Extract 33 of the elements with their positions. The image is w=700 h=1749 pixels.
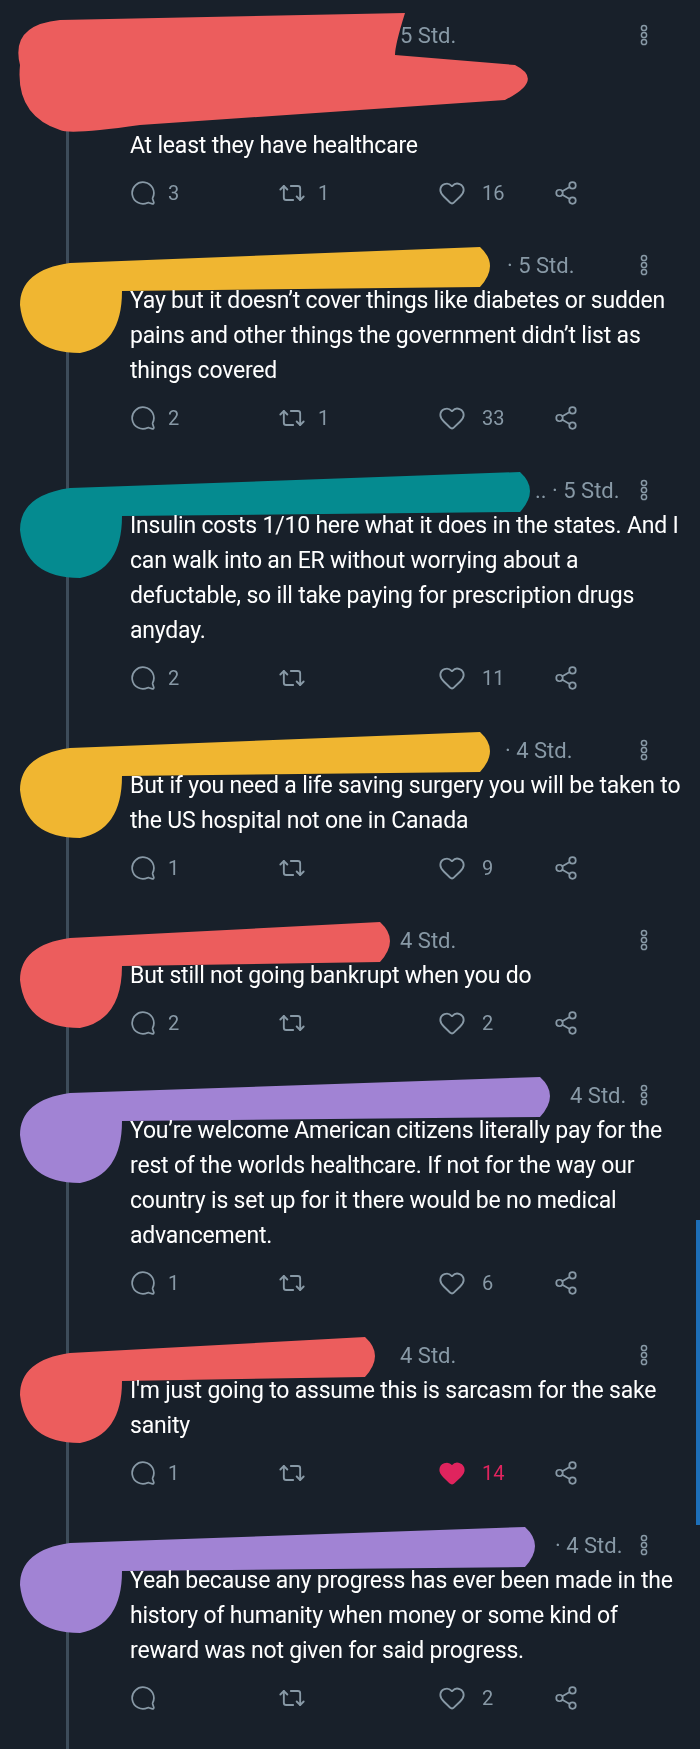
tweet-text: Yay but it doesn’t cover things like diabetes or sudden pains and other things the government didn’t list as things covered <box>130 286 667 386</box>
retweet-count: 1 <box>318 405 330 432</box>
tweet-time: .. · 5 Std. <box>535 476 620 505</box>
tweet-text: But if you need a life saving surgery you will be taken to the US hospital not one in Canada <box>130 771 682 836</box>
reply-count: 3 <box>168 180 180 207</box>
tweet-time: · 4 Std. <box>505 736 573 765</box>
tweet-text: But still not going bankrupt when you do <box>130 961 533 991</box>
tweet-time: 4 Std. <box>400 1341 457 1370</box>
reply-count: 2 <box>168 405 180 432</box>
like-count: 11 <box>482 665 505 692</box>
reply-count: 1 <box>168 1460 180 1487</box>
like-count: 2 <box>482 1685 494 1712</box>
like-count: 9 <box>482 855 494 882</box>
like-count: 16 <box>482 180 505 207</box>
tweet-text: You’re welcome American citizens literally pay for the rest of the worlds healthcare. If not for the way our country is set up for it there would be no medical advancement. <box>130 1116 663 1251</box>
tweet-time: 4 Std. <box>570 1081 627 1110</box>
like-count: 6 <box>482 1270 494 1297</box>
reply-count: 2 <box>168 665 180 692</box>
tweet-time: 4 Std. <box>400 926 457 955</box>
reply-count: 1 <box>168 1270 180 1297</box>
tweet-time: · 5 Std. <box>507 251 575 280</box>
reply-count: 1 <box>168 855 180 882</box>
reply-count: 2 <box>168 1010 180 1037</box>
retweet-count: 1 <box>318 180 330 207</box>
like-count: 2 <box>482 1010 494 1037</box>
tweet-text: I'm just going to assume this is sarcasm for the sake sanity <box>130 1376 658 1441</box>
like-count: 33 <box>482 405 505 432</box>
like-count: 14 <box>482 1460 505 1487</box>
tweet-time: · 4 Std. <box>555 1531 623 1560</box>
tweet-text: Insulin costs 1/10 here what it does in the states. And I can walk into an ER without worrying about a defuctable, so ill take paying for prescription drugs anyday. <box>130 511 680 646</box>
tweet-text: At least they have healthcare <box>130 131 419 161</box>
tweet-time: 5 Std. <box>400 21 457 50</box>
tweet-text: Yeah because any progress has ever been made in the history of humanity when money or some kind of reward was not given for said progress. <box>130 1566 674 1666</box>
